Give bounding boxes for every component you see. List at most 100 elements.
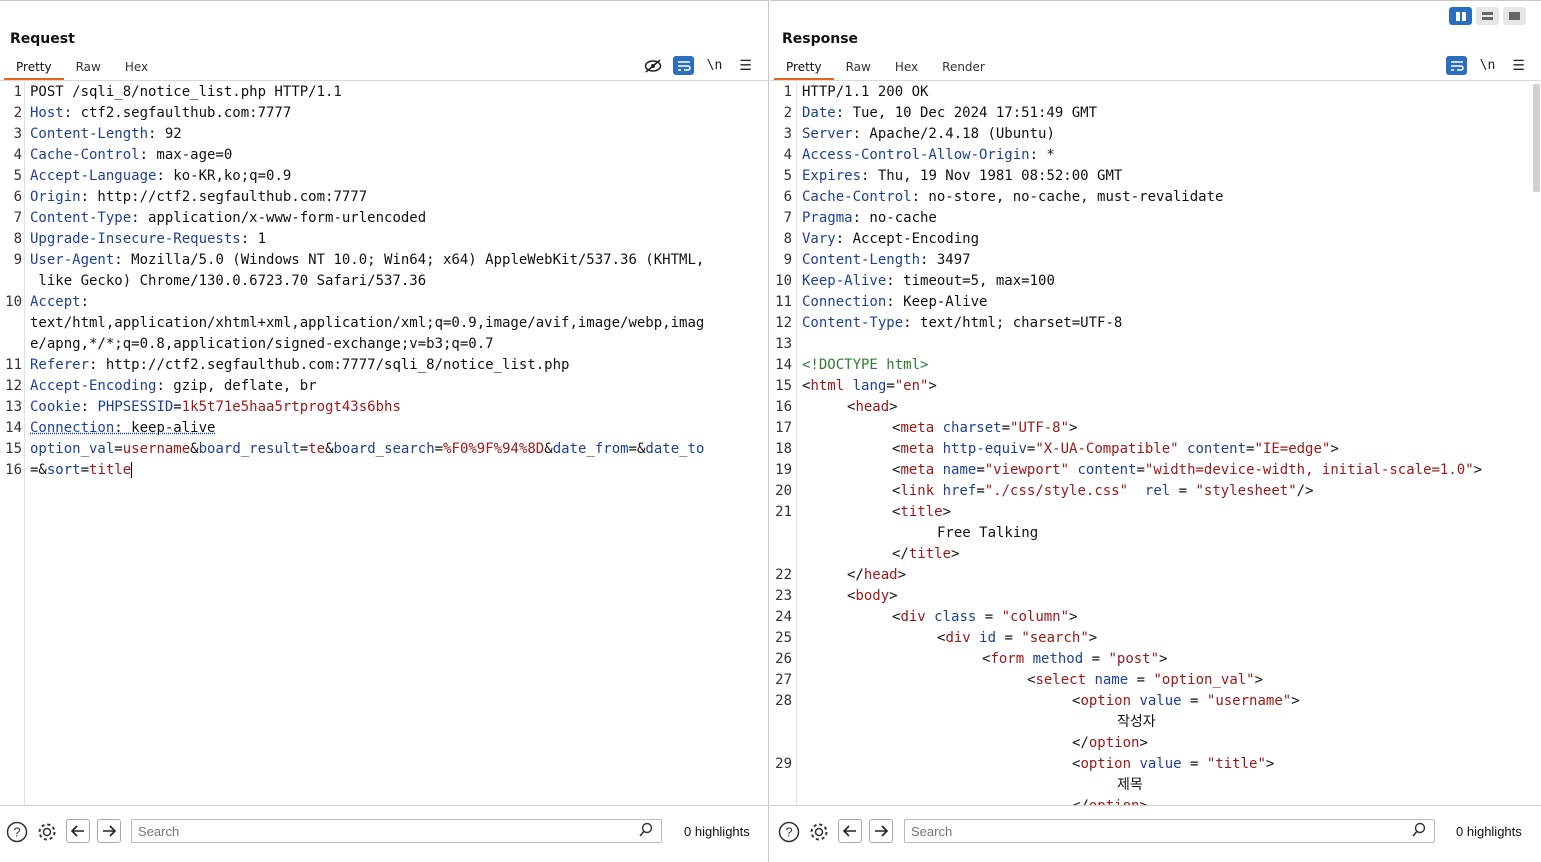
search-field[interactable]	[904, 819, 1435, 843]
line-number: 2	[783, 105, 792, 121]
header-value: : *	[1029, 147, 1055, 163]
line-content: User-Agent: Mozilla/5.0 (Windows NT 10.0…	[30, 250, 704, 271]
svg-text:?: ?	[785, 825, 792, 840]
settings-icon[interactable]	[35, 820, 59, 844]
response-pane: Response Pretty Raw Hex Render \n ☰ 1 HTT…	[770, 0, 1541, 862]
request-editor[interactable]: 1 POST /sqli_8/notice_list.php HTTP/1.1 2 H…	[0, 82, 768, 805]
tab-render[interactable]: Render	[930, 58, 997, 78]
header-value: : http://ctf2.segfaulthub.com:7777/sqli_…	[89, 357, 570, 373]
line-content: Pragma: no-cache	[802, 208, 937, 229]
line-content: Connection: keep-alive	[30, 418, 215, 439]
wrap-icon[interactable]	[673, 56, 694, 75]
header-value: :	[80, 399, 98, 415]
html-token: "search"	[1021, 630, 1089, 646]
header-value: : Thu, 19 Nov 1981 08:52:00 GMT	[861, 168, 1123, 184]
scrollbar-thumb[interactable]	[1533, 84, 1540, 192]
line-number: 2	[13, 105, 22, 121]
tab-hex[interactable]: Hex	[883, 58, 930, 78]
html-token: option	[1080, 756, 1132, 772]
html-token: =	[1083, 651, 1109, 667]
menu-icon[interactable]: ☰	[1508, 56, 1529, 75]
hide-icon[interactable]	[642, 56, 663, 75]
search-field[interactable]	[131, 819, 662, 843]
search-input[interactable]	[132, 820, 631, 842]
html-token: </	[892, 546, 909, 562]
tab-pretty[interactable]: Pretty	[4, 58, 64, 80]
back-arrow-icon[interactable]	[66, 819, 90, 843]
line-number: 1	[783, 84, 792, 100]
forward-arrow-icon[interactable]	[97, 819, 121, 843]
html-token: "option_val"	[1153, 672, 1255, 688]
html-token: option	[1088, 735, 1140, 751]
tab-raw[interactable]: Raw	[834, 58, 883, 78]
header-name: Server	[802, 126, 853, 142]
highlights-count: 0 highlights	[684, 824, 750, 839]
back-arrow-icon[interactable]	[838, 819, 862, 843]
search-input[interactable]	[905, 820, 1404, 842]
html-token: >	[1088, 630, 1098, 646]
header-name: Pragma	[802, 210, 853, 226]
forward-arrow-icon[interactable]	[869, 819, 893, 843]
line-content: <html lang="en">	[802, 376, 937, 397]
line-content: <option value = "title">	[802, 754, 1274, 775]
html-token: lang	[844, 378, 887, 394]
tab-hex[interactable]: Hex	[113, 58, 160, 78]
html-token: <!DOCTYPE html>	[802, 357, 929, 373]
html-token: />	[1296, 483, 1314, 499]
html-token: </	[1072, 735, 1089, 751]
header-value: text/html,application/xhtml+xml,applicat…	[30, 315, 705, 331]
line-content: <body>	[802, 586, 898, 607]
search-icon	[1412, 822, 1426, 842]
line-number: 7	[783, 210, 792, 226]
html-token: class	[925, 609, 977, 625]
line-content: Cache-Control: max-age=0	[30, 145, 232, 166]
header-value: : Mozilla/5.0 (Windows NT 10.0; Win64; x…	[114, 252, 705, 268]
html-token: option	[1080, 693, 1132, 709]
line-content: <link href="./css/style.css" rel = "styl…	[802, 481, 1314, 502]
header-name: Keep-Alive	[802, 273, 887, 289]
line-content: Upgrade-Insecure-Requests: 1	[30, 229, 266, 250]
wrap-icon[interactable]	[1446, 56, 1467, 75]
html-token: =	[1181, 693, 1207, 709]
body-token: username	[122, 441, 191, 457]
newline-icon[interactable]: \n	[1477, 56, 1498, 75]
line-content: Accept-Language: ko-KR,ko;q=0.9	[30, 166, 291, 187]
html-token: =	[1136, 462, 1145, 478]
line-number: 16	[775, 399, 792, 415]
menu-icon[interactable]: ☰	[735, 56, 756, 75]
newline-icon[interactable]: \n	[704, 56, 725, 75]
line-content: Cache-Control: no-store, no-cache, must-…	[802, 187, 1223, 208]
response-footer: ? 0 highlights	[770, 805, 1541, 856]
text-cursor	[131, 462, 133, 478]
header-value: : ko-KR,ko;q=0.9	[156, 168, 292, 184]
html-token: =	[1128, 672, 1154, 688]
response-editor[interactable]: 1 HTTP/1.1 200 OK 2 Date: Tue, 10 Dec 2024 …	[770, 82, 1541, 805]
line-content: <meta name="viewport" content="width=dev…	[802, 460, 1482, 481]
body-token: option_val	[30, 441, 115, 457]
html-token: value	[1131, 693, 1182, 709]
html-token: "./css/style.css"	[984, 483, 1129, 499]
html-token: >	[1265, 756, 1275, 772]
header-value: : 1	[240, 231, 267, 247]
html-token: >	[1473, 462, 1483, 478]
help-icon[interactable]: ?	[777, 820, 801, 844]
response-tabs: Pretty Raw Hex Render	[774, 58, 997, 80]
header-name: User-Agent	[30, 252, 115, 268]
header-name: Connection	[30, 420, 115, 436]
line-content: <head>	[802, 397, 898, 418]
html-token: content	[1178, 441, 1247, 457]
request-line: POST /sqli_8/notice_list.php HTTP/1.1	[30, 84, 342, 100]
tab-raw[interactable]: Raw	[64, 58, 113, 78]
line-content: <div class = "column">	[802, 607, 1077, 628]
header-value: : timeout=5, max=100	[886, 273, 1055, 289]
help-icon[interactable]: ?	[5, 820, 29, 844]
body-token: =&	[30, 462, 47, 478]
vertical-scrollbar[interactable]	[1531, 82, 1541, 805]
settings-icon[interactable]	[807, 820, 831, 844]
line-content: e/apng,*/*;q=0.8,application/signed-exch…	[30, 334, 494, 355]
html-token: content	[1069, 462, 1137, 478]
tab-pretty[interactable]: Pretty	[774, 58, 834, 80]
html-token: >	[1330, 441, 1339, 457]
line-content: Server: Apache/2.4.18 (Ubuntu)	[802, 124, 1055, 145]
html-token: "UTF-8"	[1010, 420, 1070, 436]
